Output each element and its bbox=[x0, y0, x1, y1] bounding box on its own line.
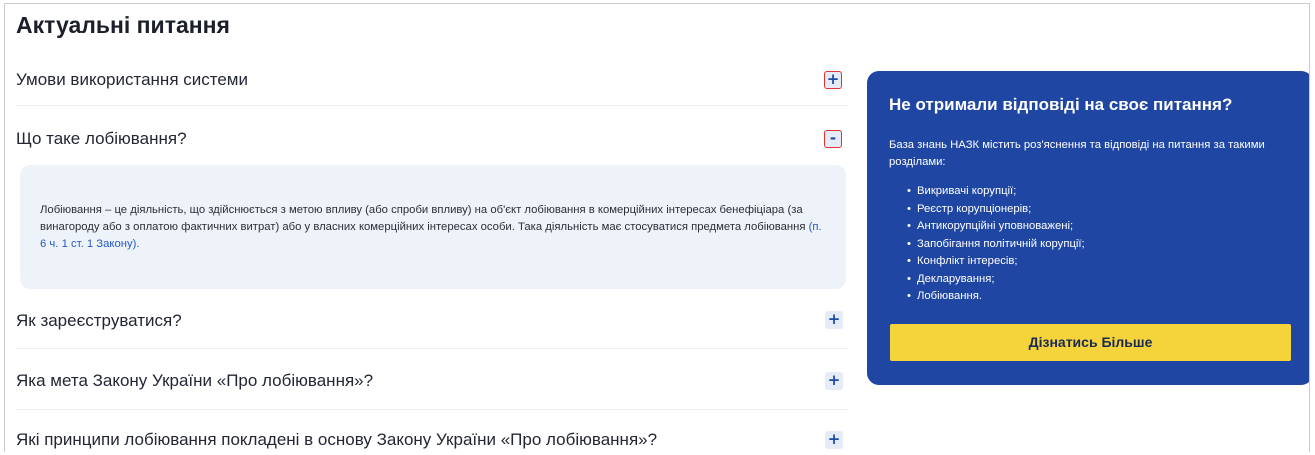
collapse-icon[interactable]: - bbox=[824, 130, 842, 148]
faq-item-what-is-lobbying[interactable]: Що таке лобіювання? bbox=[16, 129, 848, 153]
divider bbox=[16, 409, 848, 410]
expand-icon[interactable]: + bbox=[825, 372, 843, 390]
knowledge-base-sections: Викривачі корупції; Реєстр корупціонерів… bbox=[907, 183, 1085, 306]
page-title: Актуальні питання bbox=[16, 12, 230, 38]
faq-question[interactable]: Яка мета Закону України «Про лобіювання»… bbox=[16, 371, 373, 391]
faq-question[interactable]: Що таке лобіювання? bbox=[16, 129, 187, 149]
section-item: Реєстр корупціонерів; bbox=[907, 201, 1085, 219]
help-info-card: Не отримали відповіді на своє питання? Б… bbox=[867, 71, 1309, 385]
section-item: Запобігання політичній корупції; bbox=[907, 236, 1085, 254]
expand-icon[interactable]: + bbox=[825, 431, 843, 449]
faq-question[interactable]: Як зареєструватися? bbox=[16, 311, 182, 331]
faq-question[interactable]: Які принципи лобіювання покладені в осно… bbox=[16, 430, 657, 450]
page-frame: Актуальні питання Умови використання сис… bbox=[4, 3, 1310, 452]
section-item: Конфлікт інтересів; bbox=[907, 253, 1085, 271]
answer-body: Лобіювання – це діяльність, що здійснюєт… bbox=[40, 204, 809, 233]
section-item: Декларування; bbox=[907, 271, 1085, 289]
divider bbox=[16, 348, 848, 349]
faq-answer-text: Лобіювання – це діяльність, що здійснюєт… bbox=[40, 202, 830, 253]
section-item: Лобіювання. bbox=[907, 288, 1085, 306]
learn-more-button[interactable]: Дізнатись Більше bbox=[890, 324, 1291, 361]
faq-answer-panel: Лобіювання – це діяльність, що здійснюєт… bbox=[20, 165, 846, 289]
faq-item-law-principles[interactable]: Які принципи лобіювання покладені в осно… bbox=[16, 430, 848, 452]
expand-icon[interactable]: + bbox=[824, 71, 842, 89]
faq-question[interactable]: Умови використання системи bbox=[16, 70, 248, 90]
faq-item-law-purpose[interactable]: Яка мета Закону України «Про лобіювання»… bbox=[16, 371, 848, 395]
divider bbox=[16, 105, 848, 106]
expand-icon[interactable]: + bbox=[825, 311, 843, 329]
section-item: Антикорупційні уповноважені; bbox=[907, 218, 1085, 236]
info-card-description: База знань НАЗК містить роз'яснення та в… bbox=[889, 139, 1265, 168]
faq-item-terms[interactable]: Умови використання системи bbox=[16, 70, 848, 94]
faq-item-registration[interactable]: Як зареєструватися? bbox=[16, 311, 848, 335]
info-card-heading: Не отримали відповіді на своє питання? bbox=[889, 95, 1233, 114]
section-item: Викривачі корупції; bbox=[907, 183, 1085, 201]
